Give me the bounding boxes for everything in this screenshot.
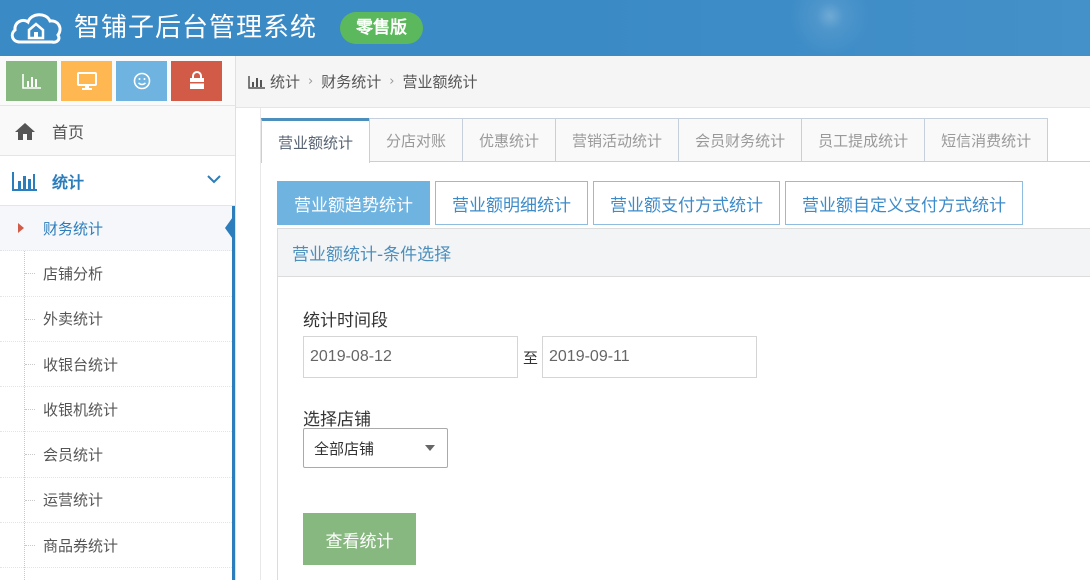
- active-pointer-icon: [225, 214, 235, 242]
- cloud-home-icon: [10, 13, 62, 44]
- panel-title: 营业额统计-条件选择: [278, 229, 1090, 277]
- sidebar-item-operations[interactable]: 运营统计: [0, 478, 232, 524]
- sidebar-item-label: 外卖统计: [43, 310, 104, 329]
- sidebar-item-label: 会员统计: [43, 446, 104, 465]
- subtab-revenue-trend[interactable]: 营业额趋势统计: [277, 181, 430, 225]
- sidebar-item-label: 收银机统计: [43, 400, 119, 419]
- app-title: 智铺子后台管理系统: [74, 13, 318, 43]
- condition-panel: 营业额统计-条件选择 统计时间段 至 选择店铺 全部店铺 查看统计: [277, 228, 1090, 580]
- page-content: 营业额统计 分店对账 优惠统计 营销活动统计 会员财务统计 员工提成统计 短信消…: [260, 108, 1090, 580]
- nav-home-label: 首页: [52, 122, 85, 142]
- tab-marketing[interactable]: 营销活动统计: [555, 118, 680, 161]
- sidebar-item-label: 店铺分析: [43, 264, 104, 283]
- stats-submenu: 财务统计 店铺分析 外卖统计 收银台统计 收银机统计 会员统计 运营统计 商品券…: [0, 206, 235, 580]
- sidebar-item-label: 商品券统计: [43, 536, 119, 555]
- sidebar-item-label: 运营统计: [43, 491, 104, 510]
- breadcrumb-current: 营业额统计: [402, 73, 478, 91]
- bar-chart-icon: [21, 74, 41, 89]
- shopping-bag-icon: [189, 71, 204, 89]
- sidebar-item-coupon[interactable]: 商品券统计: [0, 523, 232, 569]
- sidebar-item-label: 财务统计: [43, 219, 104, 238]
- tab-member-finance[interactable]: 会员财务统计: [678, 118, 803, 161]
- bar-chart-icon: [248, 75, 265, 89]
- sidebar: 首页 统计 财务统计 店铺分析 外卖统计 收银台统计 收银机统计 会员统计 运营…: [0, 56, 236, 580]
- chevron-down-icon: [207, 175, 221, 184]
- tab-revenue[interactable]: 营业额统计: [261, 118, 371, 163]
- sidebar-item-store-analysis[interactable]: 店铺分析: [0, 251, 232, 297]
- edition-badge: 零售版: [340, 12, 423, 44]
- breadcrumb-stats-link[interactable]: 统计: [270, 71, 300, 92]
- nav-home[interactable]: 首页: [0, 106, 235, 156]
- tab-sms[interactable]: 短信消费统计: [924, 118, 1049, 161]
- subtab-payment-method[interactable]: 营业额支付方式统计: [593, 181, 780, 225]
- tab-discount[interactable]: 优惠统计: [462, 118, 557, 161]
- caret-down-icon: [425, 445, 435, 451]
- sidebar-item-checkout-desk[interactable]: 收银台统计: [0, 342, 232, 388]
- store-select[interactable]: 全部店铺: [303, 428, 448, 468]
- subtab-revenue-detail[interactable]: 营业额明细统计: [435, 181, 588, 225]
- shortcut-shop-button[interactable]: [171, 61, 222, 101]
- caret-right-icon: [18, 223, 24, 233]
- main-area: 统计 › 财务统计 › 营业额统计 营业额统计 分店对账 优惠统计 营销活动统计…: [236, 56, 1090, 580]
- top-header: 智铺子后台管理系统 零售版: [0, 0, 1090, 56]
- smiley-icon: [133, 72, 150, 90]
- breadcrumb-separator-icon: ›: [389, 74, 395, 89]
- date-to-input[interactable]: [542, 336, 757, 378]
- tab-branch-reconciliation[interactable]: 分店对账: [369, 118, 464, 161]
- sidebar-item-member[interactable]: 会员统计: [0, 432, 232, 478]
- breadcrumb-separator-icon: ›: [308, 74, 314, 89]
- main-tabs: 营业额统计 分店对账 优惠统计 营销活动统计 会员财务统计 员工提成统计 短信消…: [261, 118, 1090, 163]
- header-decoration: [570, 0, 1090, 56]
- quick-shortcuts: [0, 56, 235, 106]
- subtab-custom-payment[interactable]: 营业额自定义支付方式统计: [785, 181, 1023, 225]
- sidebar-item-takeout[interactable]: 外卖统计: [0, 297, 232, 342]
- view-stats-button[interactable]: 查看统计: [303, 513, 416, 565]
- period-label: 统计时间段: [303, 311, 388, 331]
- monitor-icon: [76, 72, 97, 90]
- nav-stats[interactable]: 统计: [0, 156, 235, 206]
- range-separator: 至: [523, 349, 539, 367]
- date-from-input[interactable]: [303, 336, 518, 378]
- sidebar-item-label: 收银台统计: [43, 355, 119, 374]
- sidebar-item-finance[interactable]: 财务统计: [0, 206, 235, 252]
- home-icon: [15, 122, 35, 140]
- bar-chart-icon: [12, 171, 37, 191]
- shortcut-stats-button[interactable]: [6, 61, 57, 101]
- shortcut-member-button[interactable]: [116, 61, 167, 101]
- store-select-value: 全部店铺: [314, 439, 375, 458]
- sidebar-item-pos-machine[interactable]: 收银机统计: [0, 387, 232, 433]
- store-label: 选择店铺: [303, 410, 371, 430]
- breadcrumb-finance-link[interactable]: 财务统计: [321, 71, 381, 92]
- shortcut-monitor-button[interactable]: [61, 61, 112, 101]
- nav-stats-label: 统计: [52, 172, 85, 192]
- sub-tabs: 营业额趋势统计 营业额明细统计 营业额支付方式统计 营业额自定义支付方式统计: [277, 181, 1023, 225]
- breadcrumb: 统计 › 财务统计 › 营业额统计: [236, 56, 1090, 108]
- tab-staff-commission[interactable]: 员工提成统计: [801, 118, 926, 161]
